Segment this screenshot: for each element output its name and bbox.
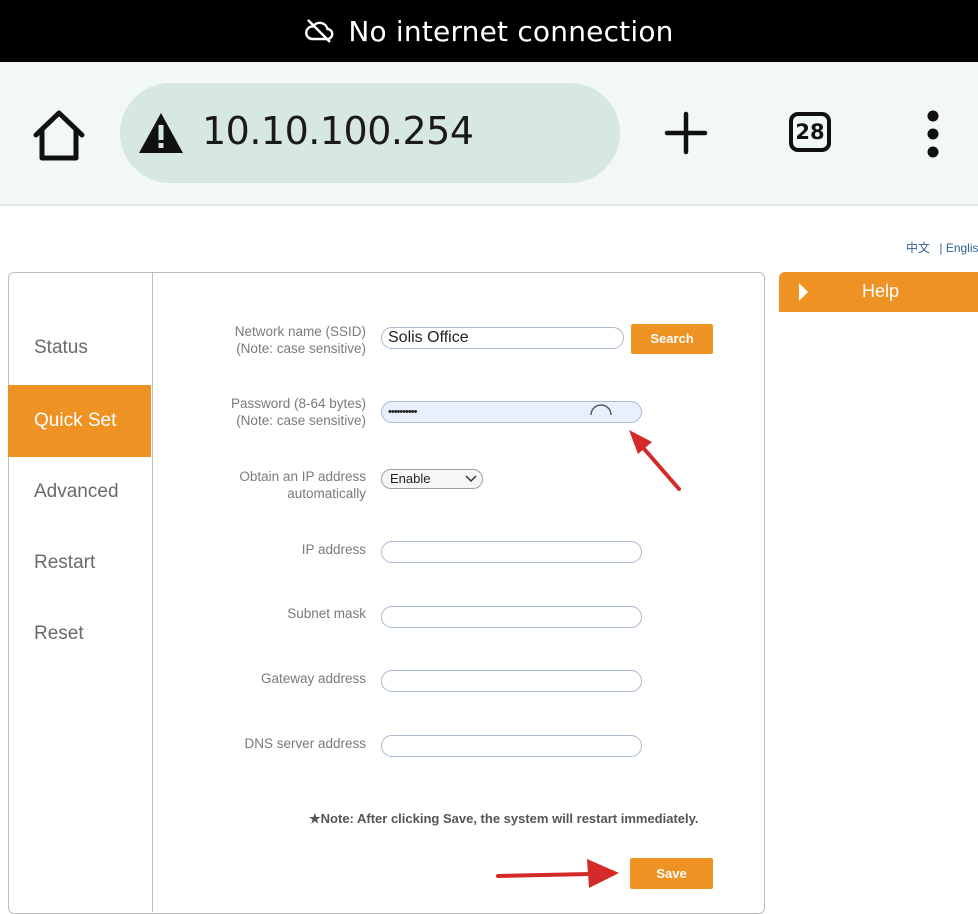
obtain-ip-label: Obtain an IP address automatically bbox=[239, 469, 366, 501]
tab-switcher-button[interactable]: 28 bbox=[789, 112, 831, 152]
subnet-mask-input[interactable] bbox=[381, 606, 642, 628]
sidebar-item-restart[interactable]: Restart bbox=[8, 527, 151, 599]
ssid-label: Network name (SSID) (Note: case sensitiv… bbox=[234, 324, 366, 356]
obtain-ip-select[interactable]: Enable bbox=[381, 469, 483, 489]
language-chinese-link[interactable]: 中文 bbox=[906, 241, 930, 255]
subnet-mask-label: Subnet mask bbox=[287, 606, 366, 621]
language-separator: | bbox=[939, 241, 943, 255]
help-label: Help bbox=[862, 281, 900, 301]
sidebar-item-quick-set[interactable]: Quick Set bbox=[8, 385, 151, 457]
url-text: 10.10.100.254 bbox=[202, 109, 474, 153]
browser-toolbar: 10.10.100.254 28 bbox=[0, 62, 978, 206]
loading-spinner-icon bbox=[590, 404, 612, 416]
status-text: No internet connection bbox=[348, 14, 674, 48]
sidebar: Status Quick Set Advanced Restart Reset bbox=[8, 272, 153, 912]
gateway-label: Gateway address bbox=[260, 671, 366, 686]
gateway-input[interactable] bbox=[381, 670, 642, 692]
obtain-ip-value: Enable bbox=[390, 471, 431, 486]
status-bar: No internet connection bbox=[0, 0, 978, 62]
more-vertical-icon[interactable] bbox=[918, 109, 948, 159]
address-bar[interactable]: 10.10.100.254 bbox=[120, 83, 620, 183]
warning-icon bbox=[139, 113, 183, 153]
save-button[interactable]: Save bbox=[630, 858, 713, 889]
ssid-input[interactable]: Solis Office bbox=[381, 327, 624, 349]
password-label: Password (8-64 bytes) (Note: case sensit… bbox=[230, 396, 366, 428]
annotation-arrow-password bbox=[629, 430, 681, 491]
ip-address-label: IP address bbox=[301, 542, 366, 557]
sidebar-item-reset[interactable]: Reset bbox=[8, 598, 151, 670]
language-switcher: 中文 | Englis bbox=[906, 239, 978, 256]
language-english-link[interactable]: Englis bbox=[946, 241, 978, 255]
search-button[interactable]: Search bbox=[631, 324, 713, 354]
ip-address-input[interactable] bbox=[381, 541, 642, 563]
plus-icon[interactable] bbox=[663, 110, 709, 156]
sidebar-item-advanced[interactable]: Advanced bbox=[8, 456, 151, 528]
dns-input[interactable] bbox=[381, 735, 642, 757]
help-panel-header[interactable]: Help bbox=[779, 272, 978, 312]
cloud-off-icon bbox=[305, 19, 334, 43]
chevron-down-icon bbox=[465, 475, 477, 483]
dns-label: DNS server address bbox=[244, 736, 366, 751]
annotation-arrow-save bbox=[496, 859, 619, 888]
restart-note: ★Note: After clicking Save, the system w… bbox=[309, 811, 699, 826]
sidebar-item-status[interactable]: Status bbox=[8, 312, 151, 384]
play-icon bbox=[799, 283, 808, 301]
home-icon[interactable] bbox=[30, 108, 88, 164]
